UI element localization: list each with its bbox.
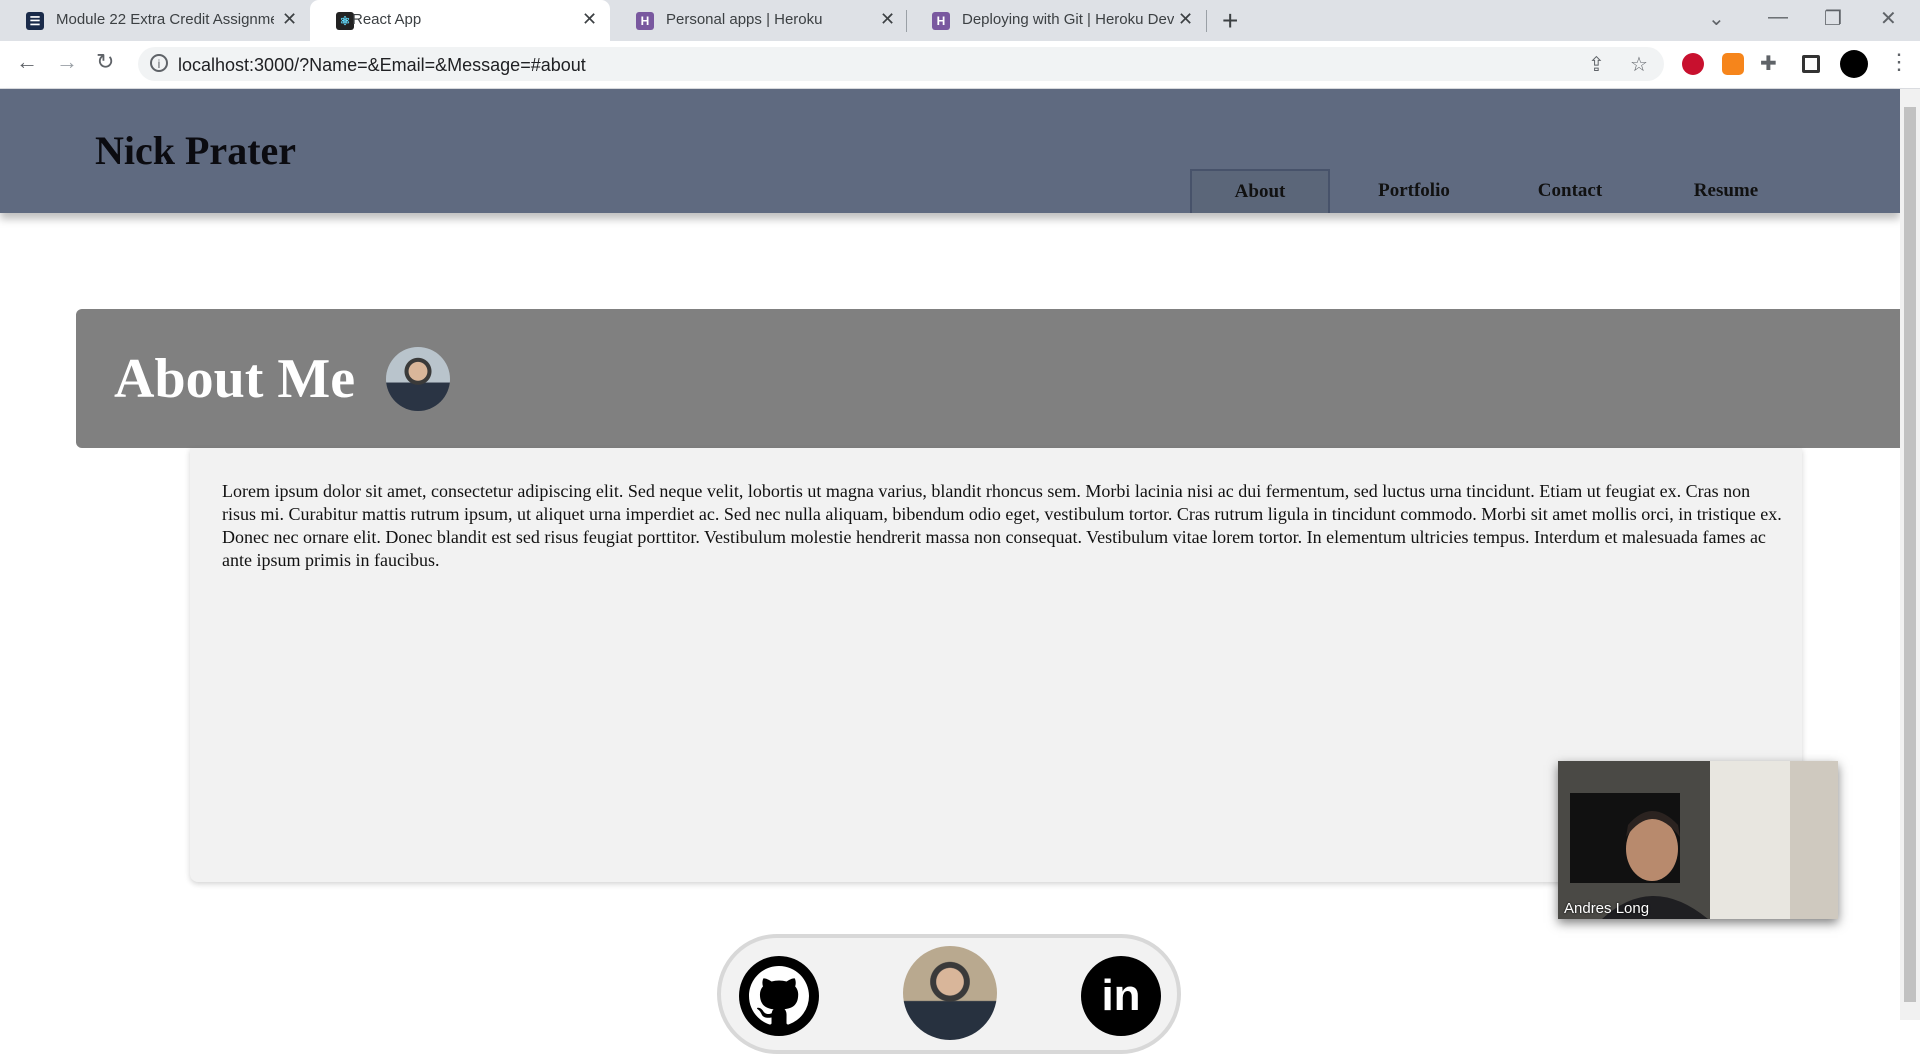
forward-icon[interactable]: → — [56, 49, 78, 75]
linkedin-icon[interactable]: in — [1081, 956, 1161, 1036]
tab-separator — [1206, 10, 1207, 32]
profile-avatar[interactable] — [1840, 50, 1868, 78]
menu-kebab-icon[interactable]: ⋮ — [1888, 49, 1910, 75]
back-icon[interactable]: ← — [16, 49, 38, 75]
address-bar[interactable]: i localhost:3000/?Name=&Email=&Message=#… — [138, 47, 1664, 81]
participant-name: Andres Long — [1564, 900, 1650, 917]
new-tab-icon[interactable]: + — [1222, 5, 1238, 37]
close-icon[interactable]: ✕ — [880, 9, 895, 30]
tab-module-22[interactable]: ☰ Module 22 Extra Credit Assignme ✕ — [0, 0, 310, 41]
reload-icon[interactable]: ↻ — [96, 49, 114, 75]
restore-icon[interactable]: ❐ — [1824, 6, 1842, 31]
heroku-icon: H — [636, 12, 654, 30]
tab-heroku-apps[interactable]: H Personal apps | Heroku ✕ — [610, 0, 906, 41]
site-info-icon[interactable]: i — [150, 54, 168, 72]
share-icon[interactable]: ⇪ — [1588, 52, 1605, 77]
bookmark-star-icon[interactable]: ☆ — [1630, 52, 1648, 77]
extensions-puzzle-icon[interactable]: ✚ — [1760, 51, 1777, 76]
footer-links: in — [717, 934, 1181, 1054]
nav-portfolio[interactable]: Portfolio — [1344, 169, 1484, 213]
close-icon[interactable]: ✕ — [1178, 9, 1193, 30]
nav-resume[interactable]: Resume — [1660, 169, 1792, 213]
module-favicon-icon: ☰ — [26, 12, 44, 30]
site-name: Nick Prater — [95, 128, 297, 173]
browser-toolbar: ← → ↻ i localhost:3000/?Name=&Email=&Mes… — [0, 41, 1920, 89]
page-title: About Me — [114, 348, 356, 410]
tab-title: Personal apps | Heroku — [666, 11, 823, 28]
tab-heroku-deploying[interactable]: H Deploying with Git | Heroku Dev ✕ — [906, 0, 1206, 41]
metamask-extension-icon[interactable] — [1722, 53, 1744, 75]
nav-contact[interactable]: Contact — [1504, 169, 1636, 213]
site-header: Nick Prater About Portfolio Contact Resu… — [0, 89, 1900, 213]
avatar[interactable] — [903, 946, 997, 1040]
adblock-extension-icon[interactable] — [1682, 53, 1704, 75]
video-call-tile[interactable]: Andres Long — [1558, 761, 1838, 919]
avatar — [386, 347, 450, 411]
about-banner: About Me — [76, 309, 1900, 448]
side-panel-icon[interactable] — [1802, 55, 1820, 73]
close-icon[interactable]: ✕ — [582, 9, 597, 30]
url-text[interactable]: localhost:3000/?Name=&Email=&Message=#ab… — [178, 55, 586, 76]
minimize-icon[interactable]: — — [1768, 6, 1788, 29]
linkedin-text: in — [1101, 971, 1141, 1020]
close-icon[interactable]: ✕ — [282, 9, 297, 30]
github-icon[interactable] — [739, 956, 819, 1036]
tab-title: Deploying with Git | Heroku Dev — [962, 11, 1174, 28]
scrollbar-thumb[interactable] — [1904, 107, 1916, 1002]
tab-react-app[interactable]: ⚛ React App ✕ — [310, 0, 610, 41]
about-body: Lorem ipsum dolor sit amet, consectetur … — [222, 481, 1782, 570]
tab-title: React App — [352, 11, 422, 28]
tab-search-icon[interactable]: ⌄ — [1708, 6, 1725, 31]
tab-strip: ☰ Module 22 Extra Credit Assignme ✕ ⚛ Re… — [0, 0, 1920, 41]
webcam-video — [1558, 761, 1838, 919]
close-window-icon[interactable]: ✕ — [1880, 6, 1897, 31]
heroku-icon: H — [932, 12, 950, 30]
scrollbar[interactable] — [1900, 89, 1920, 1020]
tab-title: Module 22 Extra Credit Assignme — [56, 11, 274, 28]
nav-about[interactable]: About — [1190, 169, 1330, 213]
